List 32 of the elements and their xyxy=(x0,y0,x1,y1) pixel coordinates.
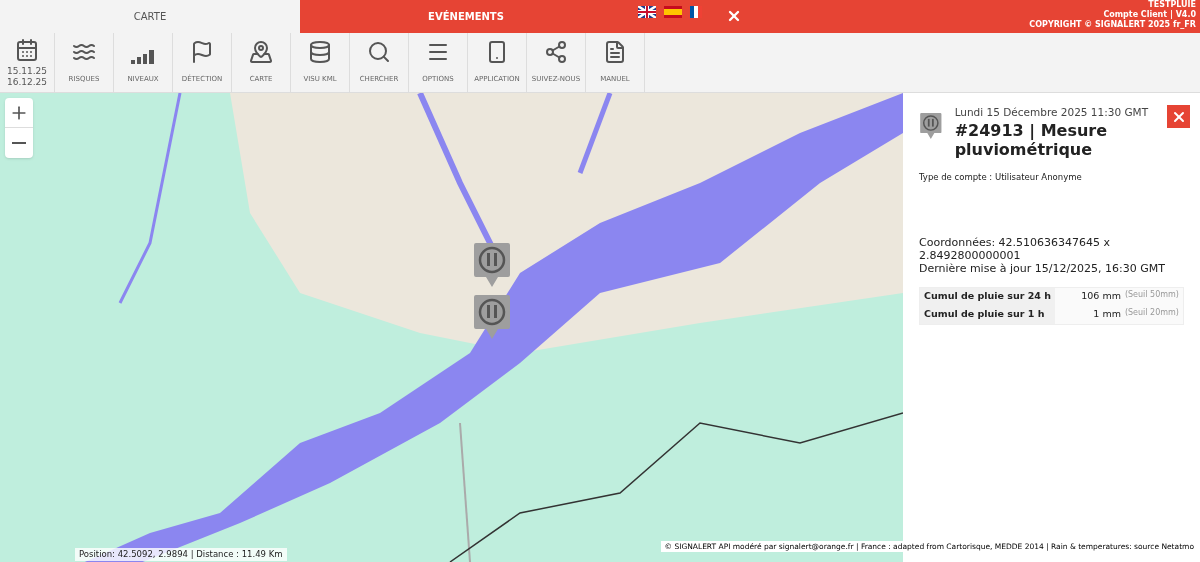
database-icon xyxy=(308,39,332,64)
top-tab[interactable]: CARTE xyxy=(0,0,300,33)
account-type-text: Type de compte : Utilisateur Anonyme xyxy=(919,170,1083,184)
position-readout: Position: 42.5092, 2.9894 | Distance : 11.49 Km xyxy=(75,548,287,561)
coordinates-text: Coordonnées: 42.510636347645 x 2.8492800000001 xyxy=(919,235,1112,262)
search-icon xyxy=(367,39,391,64)
close-icon[interactable] xyxy=(726,8,742,24)
measure-label: Cumul de pluie sur 24 h xyxy=(920,287,1055,306)
measure-threshold: (Seuil 50mm) xyxy=(1124,289,1179,302)
rain-gauge-marker-icon[interactable] xyxy=(472,241,512,289)
signal-bars-icon xyxy=(131,49,155,64)
header-info-text: Compte Client | V4.0 xyxy=(1103,10,1196,20)
date-range-button[interactable]: 15.11.25 16.12.25 xyxy=(0,33,55,92)
header-info-text: TESTPLUIE xyxy=(1148,0,1196,10)
france-flag-icon[interactable] xyxy=(690,6,702,18)
uk-flag-icon[interactable] xyxy=(638,6,656,18)
header-info-text: COPYRIGHT © SIGNALERT 2025 fr_FR xyxy=(1029,20,1196,30)
flag-icon xyxy=(190,39,214,64)
event-title: #24913 | Mesure pluviométrique xyxy=(954,120,1109,159)
measure-threshold: (Seuil 20mm) xyxy=(1124,307,1179,320)
document-icon xyxy=(603,39,627,64)
measure-value: 1 mm xyxy=(1093,307,1121,322)
minus-icon xyxy=(12,142,26,144)
close-panel-button[interactable] xyxy=(1167,105,1190,128)
event-date: Lundi 15 Décembre 2025 11:30 GMT xyxy=(954,105,1150,120)
share-icon xyxy=(544,39,568,64)
last-update-text: Dernière mise à jour 15/12/2025, 16:30 GMT xyxy=(919,261,1166,275)
calendar-icon xyxy=(15,37,39,62)
rain-gauge-marker-icon[interactable] xyxy=(472,293,512,341)
map-pin-icon xyxy=(249,39,273,64)
measure-value: 106 mm xyxy=(1081,289,1121,304)
spain-flag-icon[interactable] xyxy=(664,6,682,18)
